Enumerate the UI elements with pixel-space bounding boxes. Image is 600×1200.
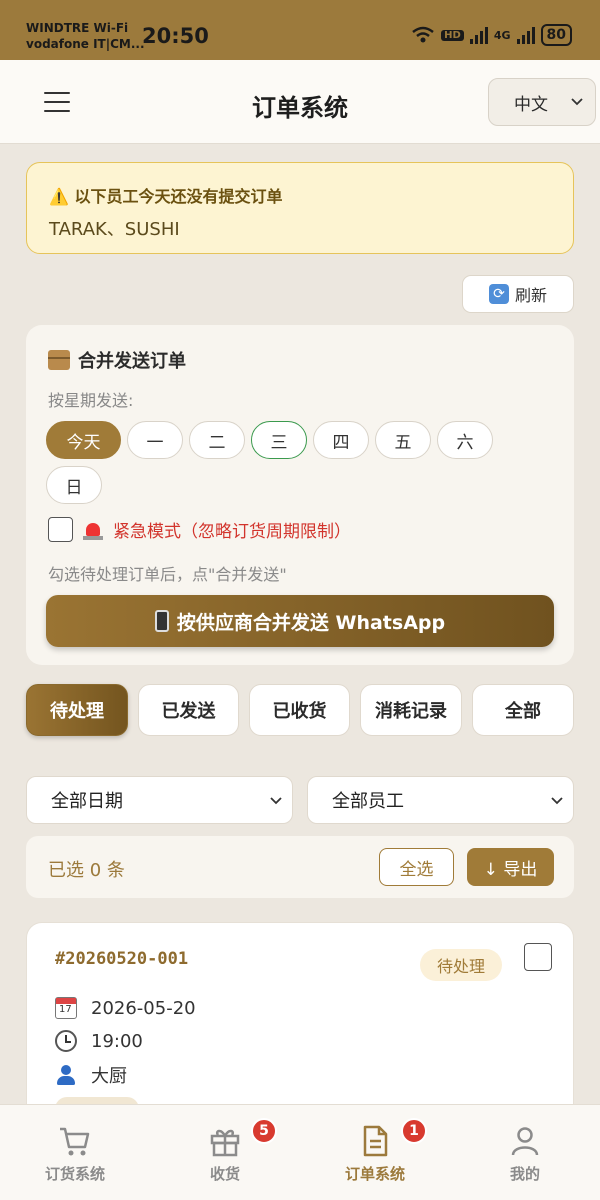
hd-indicator: HD — [441, 29, 464, 41]
app-header: 订单系统 中文 — [0, 60, 600, 144]
battery-icon: 80 — [540, 24, 572, 46]
nav-profile[interactable]: 我的 — [450, 1105, 600, 1200]
nav-label: 订货系统 — [44, 1165, 105, 1183]
day-thu[interactable]: 四 — [313, 421, 369, 459]
gift-icon — [210, 1129, 240, 1157]
order-date: 2026-05-20 — [91, 997, 196, 1019]
warning-title: ⚠️ 以下员工今天还没有提交订单 — [49, 187, 283, 206]
merge-send-card: 合并发送订单 按星期发送: 今天 一 二 三 四 五 六 日 紧急模式（忽略订货… — [26, 325, 574, 665]
missing-orders-warning: ⚠️ 以下员工今天还没有提交订单 TARAK、SUSHI — [26, 162, 574, 254]
status-bar: WINDTRE Wi-Fi vodafone IT|CM... 20:50 HD… — [0, 0, 600, 60]
user-icon — [511, 1127, 539, 1156]
refresh-label: 刷新 — [514, 286, 547, 305]
selection-bar: 已选 0 条 全选 ↓ 导出 — [26, 836, 574, 898]
language-select[interactable]: 中文 — [488, 78, 596, 126]
network-type: 4G — [493, 28, 511, 42]
date-filter-value: 全部日期 — [51, 791, 123, 812]
phone-icon — [154, 610, 169, 632]
signal-icon-2 — [516, 26, 535, 44]
nav-label: 订单系统 — [344, 1165, 405, 1183]
tab-sent[interactable]: 已发送 — [138, 684, 239, 736]
select-all-button[interactable]: 全选 — [379, 848, 454, 886]
day-tue[interactable]: 二 — [189, 421, 245, 459]
orders-badge: 1 — [401, 1118, 427, 1144]
order-person: 大厨 — [91, 1066, 127, 1087]
merge-send-label: 按供应商合并发送 WhatsApp — [176, 611, 446, 634]
clock: 20:50 — [142, 24, 209, 48]
urgent-mode-row[interactable]: 紧急模式（忽略订货周期限制） — [48, 517, 351, 542]
selected-count: 已选 0 条 — [48, 860, 125, 881]
date-filter-select[interactable]: 全部日期 — [26, 776, 293, 824]
bottom-navigation: 订货系统 5 收货 1 订单系统 我的 — [0, 1104, 600, 1200]
clock-icon — [55, 1030, 77, 1052]
merge-title-text: 合并发送订单 — [78, 351, 186, 372]
cart-icon — [60, 1127, 90, 1156]
nav-ordering[interactable]: 订货系统 — [0, 1105, 150, 1200]
document-icon — [363, 1125, 388, 1157]
staff-filter-value: 全部员工 — [332, 791, 404, 812]
order-person-row: 大厨 — [55, 1062, 127, 1088]
refresh-button[interactable]: ⟳ 刷新 — [462, 275, 574, 313]
merge-title: 合并发送订单 — [48, 347, 186, 373]
export-button[interactable]: ↓ 导出 — [467, 848, 554, 886]
order-time-row: 19:00 — [55, 1030, 143, 1052]
order-time: 19:00 — [91, 1030, 143, 1052]
urgent-label: 紧急模式（忽略订货周期限制） — [113, 522, 351, 542]
merge-whatsapp-button[interactable]: 按供应商合并发送 WhatsApp — [46, 595, 554, 647]
language-value: 中文 — [514, 94, 548, 115]
person-icon — [55, 1064, 77, 1086]
day-today[interactable]: 今天 — [46, 421, 121, 459]
tab-pending[interactable]: 待处理 — [26, 684, 128, 736]
warning-names: TARAK、SUSHI — [49, 219, 180, 240]
day-sat[interactable]: 六 — [437, 421, 493, 459]
merge-hint: 勾选待处理订单后，点"合并发送" — [48, 565, 287, 584]
carrier-2: vodafone IT|CM... — [26, 37, 145, 51]
chevron-down-icon — [551, 797, 563, 805]
nav-orders[interactable]: 1 订单系统 — [300, 1105, 450, 1200]
tab-consumption[interactable]: 消耗记录 — [360, 684, 462, 736]
carrier-info: WINDTRE Wi-Fi vodafone IT|CM... — [26, 20, 145, 52]
day-mon[interactable]: 一 — [127, 421, 183, 459]
nav-receiving[interactable]: 5 收货 — [150, 1105, 300, 1200]
weekday-label: 按星期发送: — [48, 391, 134, 410]
day-wed[interactable]: 三 — [251, 421, 307, 459]
nav-label: 我的 — [509, 1165, 540, 1183]
order-card[interactable]: #20260520-001 待处理 2026-05-20 19:00 大厨 — [26, 922, 574, 1122]
siren-icon — [83, 520, 103, 540]
chevron-down-icon — [571, 98, 583, 106]
nav-label: 收货 — [209, 1165, 240, 1183]
refresh-icon: ⟳ — [488, 284, 509, 304]
staff-filter-select[interactable]: 全部员工 — [307, 776, 574, 824]
day-sun[interactable]: 日 — [46, 466, 102, 504]
carrier-1: WINDTRE Wi-Fi — [26, 21, 129, 35]
order-date-row: 2026-05-20 — [55, 997, 196, 1019]
status-icons: HD 4G 80 — [411, 24, 572, 46]
receiving-badge: 5 — [251, 1118, 277, 1144]
chevron-down-icon — [270, 797, 282, 805]
order-checkbox[interactable] — [524, 943, 552, 971]
order-id: #20260520-001 — [55, 949, 189, 969]
day-fri[interactable]: 五 — [375, 421, 431, 459]
calendar-icon — [55, 997, 77, 1019]
package-icon — [48, 350, 70, 370]
tab-received[interactable]: 已收货 — [249, 684, 350, 736]
tab-all[interactable]: 全部 — [472, 684, 574, 736]
signal-icon — [469, 26, 488, 44]
status-badge: 待处理 — [420, 949, 502, 981]
urgent-checkbox[interactable] — [48, 517, 73, 542]
wifi-icon — [412, 26, 434, 43]
